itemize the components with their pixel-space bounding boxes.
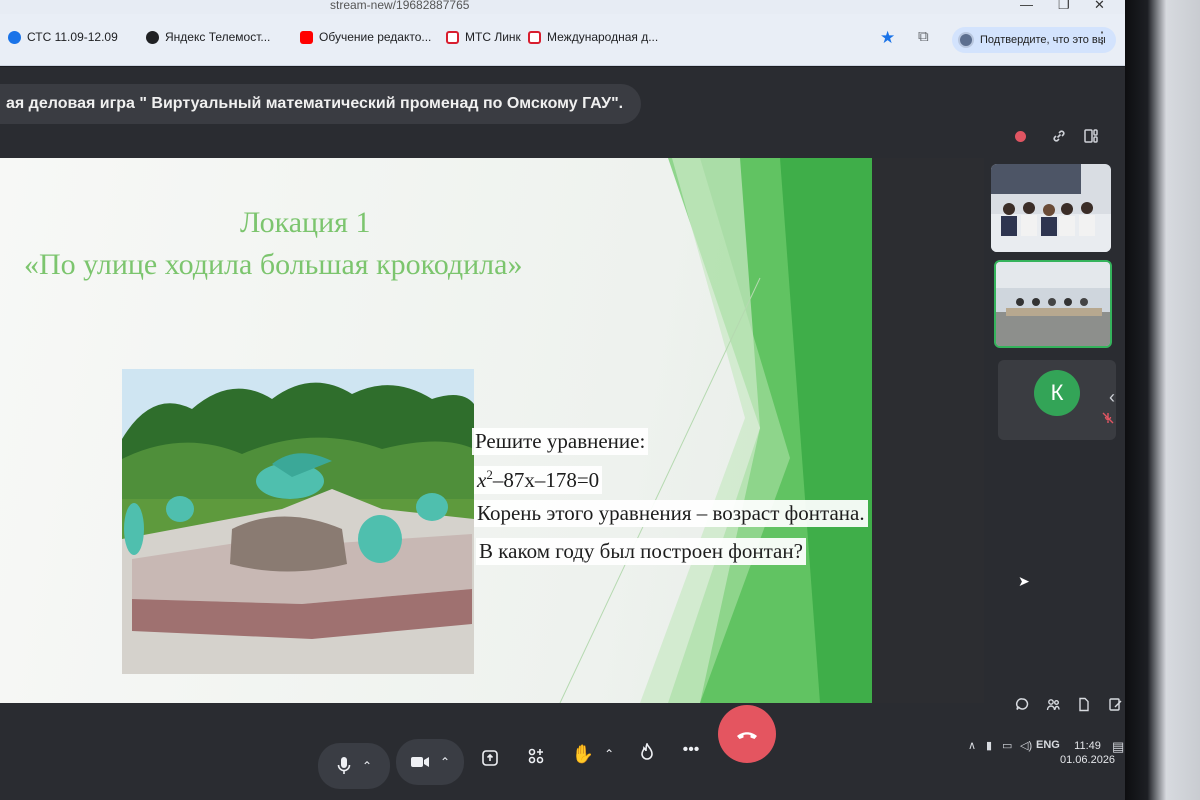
reactions-button[interactable] bbox=[634, 737, 660, 767]
avatar: К bbox=[1034, 370, 1080, 416]
apps-button[interactable] bbox=[522, 741, 550, 771]
meeting-title: ая деловая игра " Виртуальный математиче… bbox=[0, 84, 642, 124]
participant-video-2 bbox=[996, 262, 1110, 346]
files-icon[interactable] bbox=[1073, 693, 1095, 715]
participant-video-1 bbox=[991, 164, 1111, 252]
notes-icon[interactable] bbox=[1104, 693, 1126, 715]
raise-hand-button[interactable]: ✋ ⌃ bbox=[568, 739, 618, 769]
question-equation: x2–87x–178=0 bbox=[474, 466, 603, 494]
browser-menu-icon[interactable]: ⋮ bbox=[1094, 28, 1110, 48]
chevron-up-icon[interactable]: ⌃ bbox=[604, 747, 614, 761]
flame-icon bbox=[641, 743, 653, 760]
hand-icon: ✋ bbox=[571, 743, 595, 764]
tray-network-icon[interactable]: ▭ bbox=[1002, 739, 1012, 752]
tray-volume-icon[interactable]: ◁) bbox=[1020, 739, 1032, 752]
shared-slide: Локация 1 «По улице ходила большая кроко… bbox=[0, 158, 872, 703]
mic-off-icon bbox=[1102, 412, 1114, 427]
question-prompt: Решите уравнение: bbox=[472, 428, 649, 455]
address-bar[interactable]: stream-new/19682887765 — ❐ ✕ bbox=[0, 0, 1200, 14]
chevron-left-icon[interactable]: ‹ bbox=[1109, 387, 1115, 408]
bookmark-sts[interactable]: СТС 11.09-12.09 bbox=[8, 30, 118, 44]
participants-icon[interactable] bbox=[1042, 693, 1064, 715]
bookmarks-bar: СТС 11.09-12.09 Яндекс Телемост... Обуче… bbox=[0, 14, 1200, 66]
meeting-app: ая деловая игра " Виртуальный математиче… bbox=[0, 67, 1125, 800]
circle-b-icon bbox=[8, 30, 21, 44]
apps-icon bbox=[528, 748, 544, 764]
phone-hangup-icon bbox=[737, 732, 757, 739]
tray-language[interactable]: ENG bbox=[1036, 739, 1060, 751]
tray-mic-icon: ▮ bbox=[986, 740, 993, 752]
mts-link-icon bbox=[528, 30, 541, 44]
chevron-up-icon[interactable]: ⌃ bbox=[440, 755, 450, 769]
chevron-up-icon[interactable]: ⌃ bbox=[362, 759, 372, 773]
bookmark-editor-training[interactable]: Обучение редакто... bbox=[300, 30, 431, 44]
mouse-cursor-icon: ➤ bbox=[1018, 573, 1030, 589]
camera-button[interactable]: ⌃ bbox=[396, 739, 464, 785]
tray-clock[interactable]: 11:49 01.06.2026 bbox=[1060, 739, 1115, 767]
hang-up-button[interactable] bbox=[718, 705, 776, 763]
participant-tile-3[interactable]: К bbox=[998, 360, 1116, 440]
close-window-button[interactable]: ✕ bbox=[1094, 0, 1105, 13]
bookmark-mts-link[interactable]: МТС Линк bbox=[446, 30, 521, 44]
monitor-bezel bbox=[1125, 0, 1200, 800]
fountain-photo bbox=[122, 369, 474, 674]
restore-button[interactable]: ❐ bbox=[1058, 0, 1070, 13]
bookmark-telemost[interactable]: Яндекс Телемост... bbox=[146, 30, 270, 44]
youtube-icon bbox=[300, 30, 313, 44]
profile-avatar bbox=[958, 32, 974, 48]
question-line-year: В каком году был построен фонтан? bbox=[476, 538, 806, 565]
participant-tile-1[interactable] bbox=[991, 164, 1111, 252]
slide-subtitle: «По улице ходила большая крокодила» bbox=[24, 248, 523, 281]
profile-button[interactable]: Подтвердите, что это вы bbox=[952, 27, 1116, 53]
record-indicator[interactable] bbox=[1007, 123, 1033, 149]
layout-icon[interactable] bbox=[1078, 123, 1104, 149]
more-options-button[interactable]: ••• bbox=[676, 735, 706, 765]
link-icon[interactable] bbox=[1046, 123, 1072, 149]
extensions-icon[interactable]: ⧉ bbox=[918, 28, 929, 45]
slide-title: Локация 1 bbox=[240, 206, 371, 239]
telemost-icon bbox=[146, 30, 159, 44]
microphone-button[interactable]: ⌃ bbox=[318, 743, 390, 789]
camera-icon bbox=[410, 757, 429, 767]
bookmark-international[interactable]: Международная д... bbox=[528, 30, 658, 44]
share-screen-icon bbox=[482, 750, 498, 766]
slide-letterbox bbox=[872, 158, 984, 703]
chat-icon[interactable] bbox=[1011, 693, 1033, 715]
star-icon[interactable]: ★ bbox=[880, 28, 895, 48]
tray-chevron-icon[interactable]: ∧ bbox=[968, 739, 976, 752]
url-text: stream-new/19682887765 bbox=[330, 0, 470, 12]
minimize-button[interactable]: — bbox=[1020, 0, 1033, 12]
microphone-icon bbox=[337, 757, 351, 774]
question-line-root: Корень этого уравнения – возраст фонтана… bbox=[474, 500, 868, 527]
mts-link-icon bbox=[446, 30, 459, 44]
share-screen-button[interactable] bbox=[476, 743, 504, 773]
participant-tile-2[interactable] bbox=[994, 260, 1112, 348]
notifications-icon[interactable]: ▤ bbox=[1112, 739, 1124, 755]
